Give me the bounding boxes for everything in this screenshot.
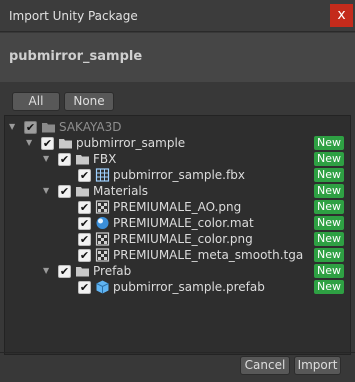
new-badge: New — [314, 248, 344, 262]
checkbox[interactable]: ✔ — [78, 169, 91, 182]
new-badge: New — [314, 184, 344, 198]
texture-icon — [95, 248, 110, 262]
tree-row[interactable]: ✔ PREMIUMALE_color.mat New — [5, 215, 350, 231]
checkbox[interactable]: ✔ — [78, 201, 91, 214]
tree-row[interactable]: ▼ ✔ FBX New — [5, 151, 350, 167]
footer-divider — [0, 352, 355, 353]
tree-item-label: PREMIUMALE_color.png — [113, 232, 253, 246]
mesh-icon — [95, 168, 110, 182]
tree-row[interactable]: ▼ ✔ pubmirror_sample New — [5, 135, 350, 151]
tree-item-label: FBX — [93, 152, 117, 166]
tree-row[interactable]: ✔ PREMIUMALE_AO.png New — [5, 199, 350, 215]
new-badge: New — [314, 168, 344, 182]
tree-row[interactable]: ▼ ✔ Materials New — [5, 183, 350, 199]
expand-arrow-icon[interactable]: ▼ — [43, 186, 53, 196]
prefab-icon — [96, 280, 109, 294]
tree-row[interactable]: ▼ ✔ Prefab New — [5, 263, 350, 279]
folder-icon — [76, 187, 89, 197]
expand-arrow-icon[interactable]: ▼ — [9, 122, 19, 132]
new-badge: New — [314, 152, 344, 166]
tree-row[interactable]: ✔ PREMIUMALE_meta_smooth.tga New — [5, 247, 350, 263]
checkbox[interactable]: ✔ — [78, 217, 91, 230]
folder-icon — [42, 123, 55, 133]
checkbox[interactable]: ✔ — [58, 265, 71, 278]
new-badge: New — [314, 264, 344, 278]
select-none-button[interactable]: None — [64, 92, 114, 111]
select-all-button[interactable]: All — [12, 92, 60, 111]
new-badge: New — [314, 216, 344, 230]
tree-row-root[interactable]: ▼ ✔ SAKAYA3D — [5, 119, 350, 135]
checkbox[interactable]: ✔ — [78, 249, 91, 262]
texture-icon — [95, 200, 110, 214]
tree-row[interactable]: ✔ pubmirror_sample.prefab New — [5, 279, 350, 295]
import-button[interactable]: Import — [294, 356, 341, 375]
folder-icon — [76, 267, 89, 277]
tree-item-label: Materials — [93, 184, 149, 198]
window-title: Import Unity Package — [9, 9, 138, 23]
tree-item-label: PREMIUMALE_AO.png — [113, 200, 242, 214]
package-header: pubmirror_sample — [0, 33, 355, 82]
expand-arrow-icon[interactable]: ▼ — [43, 154, 53, 164]
material-icon — [96, 217, 109, 229]
checkbox[interactable]: ✔ — [78, 233, 91, 246]
tree-item-label: pubmirror_sample.prefab — [113, 280, 265, 294]
folder-icon — [59, 139, 72, 149]
checkbox[interactable]: ✔ — [58, 153, 71, 166]
tree-item-label: pubmirror_sample — [76, 136, 186, 150]
expand-arrow-icon[interactable]: ▼ — [26, 138, 36, 148]
tree-item-label: Prefab — [93, 264, 132, 278]
tree-row[interactable]: ✔ PREMIUMALE_color.png New — [5, 231, 350, 247]
tree-item-label: PREMIUMALE_color.mat — [113, 216, 254, 230]
checkbox[interactable]: ✔ — [58, 185, 71, 198]
checkbox[interactable]: ✔ — [24, 121, 37, 134]
tree-item-label: SAKAYA3D — [59, 120, 122, 134]
texture-icon — [95, 232, 110, 246]
new-badge: New — [314, 200, 344, 214]
tree-item-label: pubmirror_sample.fbx — [113, 168, 245, 182]
cancel-button[interactable]: Cancel — [240, 356, 290, 375]
checkbox[interactable]: ✔ — [41, 137, 54, 150]
package-name: pubmirror_sample — [9, 49, 143, 64]
title-bar: Import Unity Package x — [0, 0, 355, 32]
tree-item-label: PREMIUMALE_meta_smooth.tga — [113, 248, 304, 262]
checkbox[interactable]: ✔ — [78, 281, 91, 294]
close-button[interactable]: x — [330, 4, 353, 27]
new-badge: New — [314, 136, 344, 150]
new-badge: New — [314, 232, 344, 246]
expand-arrow-icon[interactable]: ▼ — [43, 266, 53, 276]
folder-icon — [76, 155, 89, 165]
tree-row[interactable]: ✔ pubmirror_sample.fbx New — [5, 167, 350, 183]
new-badge: New — [314, 280, 344, 294]
package-tree: ▼ ✔ SAKAYA3D ▼ ✔ pubmirror_sample New ▼ … — [4, 115, 351, 355]
